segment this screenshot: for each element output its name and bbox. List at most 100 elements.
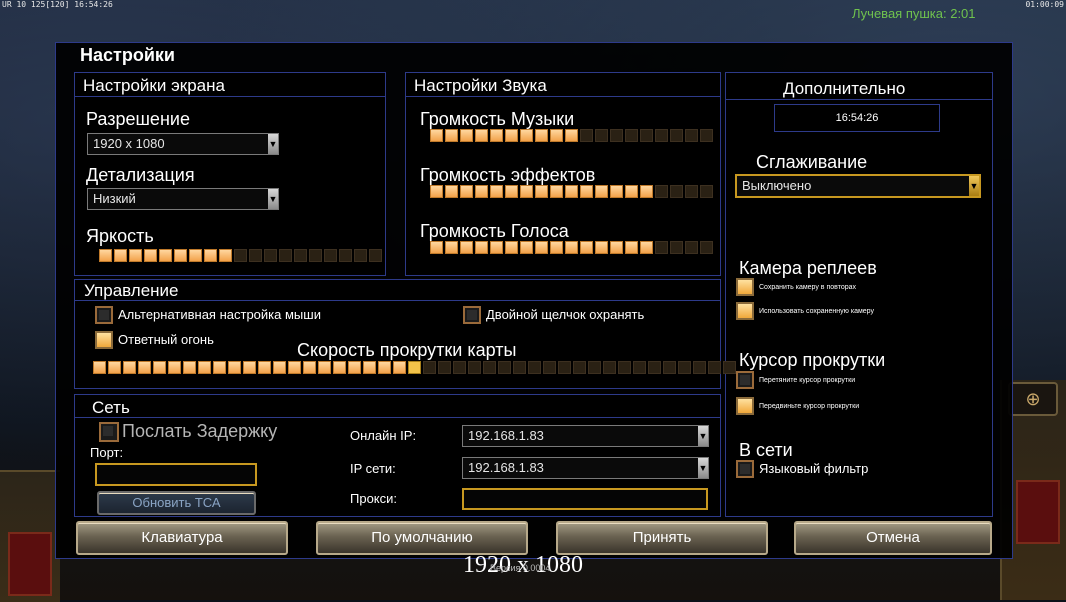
slider-segment[interactable] [460,185,473,198]
effects-volume-slider[interactable] [430,185,713,198]
slider-segment[interactable] [610,241,623,254]
slider-segment[interactable] [550,241,563,254]
slider-segment[interactable] [640,241,653,254]
slider-segment[interactable] [430,185,443,198]
slider-segment[interactable] [348,361,361,374]
slider-segment[interactable] [258,361,271,374]
alt-mouse-checkbox[interactable] [95,306,113,324]
slider-segment[interactable] [138,361,151,374]
slider-segment[interactable] [558,361,571,374]
cancel-button[interactable]: Отмена [794,521,992,555]
slider-segment[interactable] [595,185,608,198]
slider-segment[interactable] [393,361,406,374]
slider-segment[interactable] [219,249,232,262]
slider-segment[interactable] [490,185,503,198]
slider-segment[interactable] [183,361,196,374]
slider-segment[interactable] [648,361,661,374]
slider-segment[interactable] [588,361,601,374]
slider-segment[interactable] [663,361,676,374]
slider-segment[interactable] [309,249,322,262]
slider-segment[interactable] [685,129,698,142]
port-input[interactable] [95,463,257,486]
use-saved-camera-checkbox[interactable] [736,302,754,320]
brightness-slider[interactable] [99,249,382,262]
slider-segment[interactable] [438,361,451,374]
slider-segment[interactable] [339,249,352,262]
slider-segment[interactable] [475,241,488,254]
slider-segment[interactable] [108,361,121,374]
slider-segment[interactable] [129,249,142,262]
send-delay-checkbox[interactable] [99,422,119,442]
language-filter-checkbox[interactable] [736,460,754,478]
proxy-input[interactable] [462,488,708,510]
slider-segment[interactable] [655,129,668,142]
slider-segment[interactable] [535,241,548,254]
slider-segment[interactable] [408,361,421,374]
slider-segment[interactable] [723,361,736,374]
slider-segment[interactable] [595,241,608,254]
slider-segment[interactable] [573,361,586,374]
slider-segment[interactable] [670,185,683,198]
slider-segment[interactable] [445,185,458,198]
slider-segment[interactable] [475,129,488,142]
slider-segment[interactable] [354,249,367,262]
slider-segment[interactable] [490,241,503,254]
slider-segment[interactable] [685,241,698,254]
slider-segment[interactable] [700,185,713,198]
slider-segment[interactable] [580,241,593,254]
slider-segment[interactable] [273,361,286,374]
slider-segment[interactable] [303,361,316,374]
slider-segment[interactable] [279,249,292,262]
save-camera-checkbox[interactable] [736,278,754,296]
slider-segment[interactable] [204,249,217,262]
slider-segment[interactable] [505,241,518,254]
slider-segment[interactable] [430,129,443,142]
slider-segment[interactable] [378,361,391,374]
slider-segment[interactable] [144,249,157,262]
slider-segment[interactable] [535,185,548,198]
slider-segment[interactable] [520,241,533,254]
slider-segment[interactable] [93,361,106,374]
slider-segment[interactable] [535,129,548,142]
accept-button[interactable]: Принять [556,521,768,555]
slider-segment[interactable] [700,241,713,254]
slider-segment[interactable] [445,241,458,254]
slider-segment[interactable] [234,249,247,262]
slider-segment[interactable] [288,361,301,374]
slider-segment[interactable] [618,361,631,374]
slider-segment[interactable] [670,241,683,254]
slider-segment[interactable] [505,185,518,198]
slider-segment[interactable] [318,361,331,374]
detail-select[interactable]: Низкий ▼ [87,188,279,210]
slider-segment[interactable] [633,361,646,374]
slider-segment[interactable] [603,361,616,374]
slider-segment[interactable] [460,241,473,254]
slider-segment[interactable] [528,361,541,374]
slider-segment[interactable] [550,129,563,142]
slider-segment[interactable] [430,241,443,254]
slider-segment[interactable] [550,185,563,198]
slider-segment[interactable] [114,249,127,262]
slider-segment[interactable] [505,129,518,142]
slider-segment[interactable] [520,185,533,198]
slider-segment[interactable] [678,361,691,374]
slider-segment[interactable] [655,185,668,198]
slider-segment[interactable] [324,249,337,262]
music-volume-slider[interactable] [430,129,713,142]
move-scroll-cursor-checkbox[interactable] [736,397,754,415]
slider-segment[interactable] [168,361,181,374]
slider-segment[interactable] [475,185,488,198]
slider-segment[interactable] [565,241,578,254]
slider-segment[interactable] [565,185,578,198]
slider-segment[interactable] [445,129,458,142]
slider-segment[interactable] [693,361,706,374]
slider-segment[interactable] [543,361,556,374]
drag-scroll-cursor-checkbox[interactable] [736,371,754,389]
slider-segment[interactable] [213,361,226,374]
slider-segment[interactable] [460,129,473,142]
slider-segment[interactable] [198,361,211,374]
keyboard-button[interactable]: Клавиатура [76,521,288,555]
slider-segment[interactable] [610,185,623,198]
return-fire-checkbox[interactable] [95,331,113,349]
slider-segment[interactable] [625,129,638,142]
